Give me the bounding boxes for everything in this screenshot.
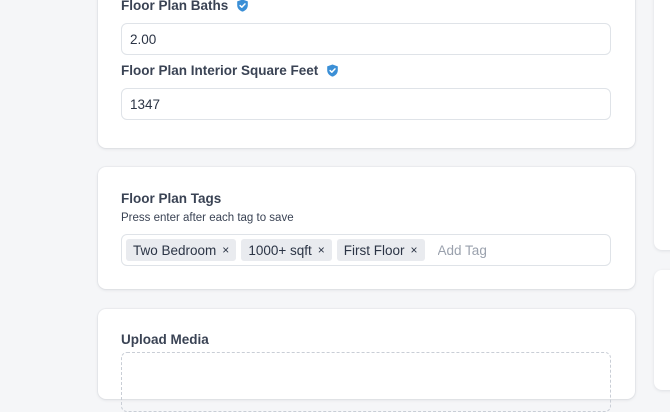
tags-title-text: Floor Plan Tags <box>121 191 222 206</box>
floor-plan-tags-card: Floor Plan Tags Press enter after each t… <box>98 167 635 289</box>
tags-title: Floor Plan Tags <box>121 191 221 206</box>
tag-remove-icon[interactable]: × <box>318 244 325 256</box>
verified-shield-icon <box>236 0 249 12</box>
baths-label: Floor Plan Baths <box>121 0 249 13</box>
add-tag-input[interactable] <box>435 241 590 259</box>
tag-input-box[interactable]: Two Bedroom × 1000+ sqft × First Floor × <box>121 234 611 266</box>
tag-remove-icon[interactable]: × <box>222 244 229 256</box>
tag-chip-label: Two Bedroom <box>133 242 217 258</box>
tag-chip-label: First Floor <box>343 242 405 258</box>
tags-helper-text: Press enter after each tag to save <box>121 212 294 224</box>
tag-chip: First Floor × <box>336 239 425 261</box>
upload-media-title-text: Upload Media <box>121 332 209 347</box>
tag-chip: 1000+ sqft × <box>241 239 332 261</box>
side-panel <box>654 270 670 390</box>
floor-plan-details-card: Floor Plan Baths 2.00 Floor Plan Interio… <box>98 0 635 148</box>
tag-chip: Two Bedroom × <box>126 239 237 261</box>
interior-sqft-input[interactable]: 1347 <box>121 88 611 120</box>
interior-sqft-label: Floor Plan Interior Square Feet <box>121 63 339 78</box>
tag-chip-label: 1000+ sqft <box>248 242 312 258</box>
media-dropzone[interactable] <box>121 352 611 412</box>
tag-remove-icon[interactable]: × <box>411 244 418 256</box>
interior-sqft-label-text: Floor Plan Interior Square Feet <box>121 63 319 78</box>
verified-shield-icon <box>326 64 339 77</box>
baths-input[interactable]: 2.00 <box>121 23 611 55</box>
upload-media-card: Upload Media <box>98 309 635 412</box>
upload-media-title: Upload Media <box>121 332 209 347</box>
side-panel <box>654 0 670 250</box>
baths-label-text: Floor Plan Baths <box>121 0 229 13</box>
